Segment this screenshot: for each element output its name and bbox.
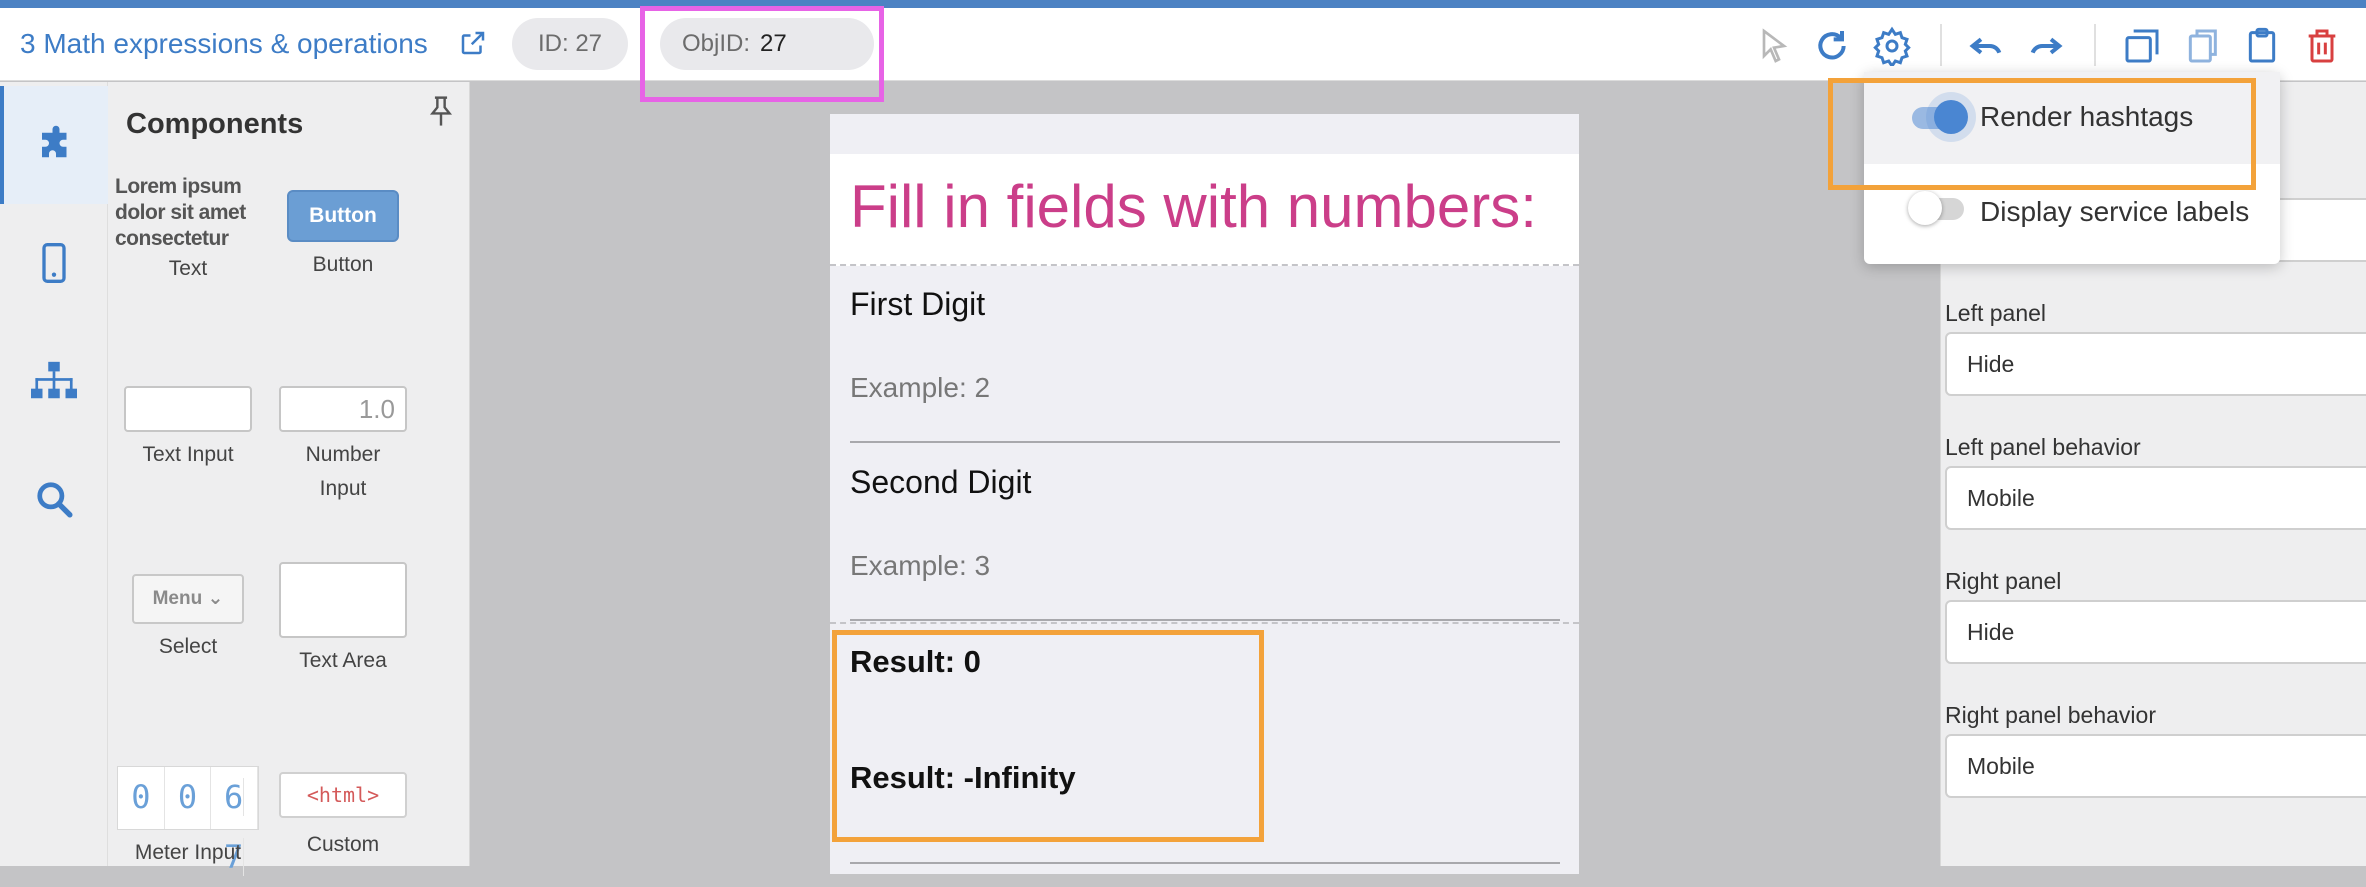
components-panel: Components Lorem ipsum dolor sit amet co… [108, 82, 470, 876]
display-service-labels-label: Display service labels [1980, 196, 2250, 227]
second-digit-input[interactable]: Example: 3 [850, 550, 990, 582]
text-area-preview [279, 562, 407, 638]
meter-digit-stack: 67 [211, 767, 259, 876]
sitemap-tab[interactable] [0, 322, 108, 440]
search-tab[interactable] [0, 440, 108, 558]
pointer-icon[interactable] [1754, 26, 1794, 66]
left-panel-behavior-label: Left panel behavior [1945, 434, 2141, 460]
component-label: Number Input [305, 443, 381, 500]
chevron-down-icon: ⌄ [207, 588, 224, 609]
mobile-icon [42, 243, 66, 283]
display-service-labels-toggle[interactable] [1908, 191, 1964, 225]
right-panel-label: Right panel [1945, 568, 2062, 594]
duplicate-icon[interactable] [2122, 26, 2162, 66]
pin-icon[interactable] [426, 94, 456, 128]
second-digit-label: Second Digit [850, 464, 1032, 500]
first-digit-input[interactable]: Example: 2 [850, 372, 990, 404]
dashed-divider [830, 622, 1579, 624]
copy-icon[interactable] [2182, 26, 2222, 66]
undo-icon[interactable] [1966, 26, 2006, 66]
search-icon [37, 482, 73, 518]
lorem-preview: Lorem ipsum dolor sit amet consectetur [115, 175, 246, 250]
annotation-highlight-objid [640, 6, 884, 102]
dashed-divider [830, 264, 1579, 266]
annotation-highlight-render-hashtags [1828, 78, 2256, 190]
button-preview: Button [287, 190, 399, 242]
clipboard-icon[interactable] [2242, 26, 2282, 66]
meter-digit: 0 [118, 767, 165, 829]
components-tab[interactable] [0, 86, 108, 204]
html-preview: <html> [279, 772, 407, 818]
title-block[interactable]: Fill in fields with numbers: [830, 154, 1579, 266]
component-text-area[interactable]: Text Area [265, 562, 421, 678]
component-label: Text Area [299, 649, 387, 672]
left-panel-select[interactable]: Hide [1945, 332, 2366, 396]
meter-digit: 6 [224, 778, 245, 816]
right-panel-behavior-label: Right panel behavior [1945, 702, 2156, 728]
left-panel-behavior-select[interactable]: Mobile [1945, 466, 2366, 530]
canvas-title: Fill in fields with numbers: [850, 173, 1537, 240]
sitemap-icon [31, 361, 77, 399]
component-label: Text [168, 257, 208, 280]
right-panel-select[interactable]: Hide [1945, 600, 2366, 664]
page-title[interactable]: 3 Math expressions & operations [20, 28, 428, 60]
top-accent-stripe [0, 0, 2366, 8]
component-label: Custom [306, 833, 380, 856]
second-digit-underline [850, 619, 1560, 621]
phone-header [830, 114, 1579, 154]
annotation-highlight-results [832, 630, 1264, 842]
mobile-tab[interactable] [0, 204, 108, 322]
meter-preview: 0 0 67 [117, 766, 259, 876]
right-panel-behavior-select[interactable]: Mobile [1945, 734, 2366, 798]
components-title: Components [126, 108, 304, 140]
component-text[interactable]: Lorem ipsum dolor sit amet consectetur T… [110, 174, 266, 286]
trash-icon[interactable] [2302, 26, 2342, 66]
left-icon-rail [0, 82, 108, 866]
gear-icon[interactable] [1872, 26, 1912, 66]
component-meter-input[interactable]: 0 0 67 Meter Input [110, 766, 266, 876]
bottom-divider [850, 862, 1560, 864]
external-link-icon[interactable] [458, 28, 488, 58]
component-text-input[interactable]: Text Input [110, 386, 266, 472]
top-toolbar: 3 Math expressions & operations ID: 27 O… [0, 6, 2366, 102]
toolbar-separator [2094, 24, 2096, 66]
select-preview: Menu ⌄ [132, 574, 244, 624]
component-custom[interactable]: <html> Custom [265, 772, 421, 862]
first-digit-label: First Digit [850, 286, 986, 322]
component-select[interactable]: Menu ⌄ Select [110, 574, 266, 664]
toolbar-separator [1940, 24, 1942, 66]
component-button[interactable]: Button Button [265, 190, 421, 282]
component-label: Button [312, 253, 374, 276]
puzzle-icon [42, 125, 67, 158]
component-label: Select [158, 635, 218, 658]
component-number-input[interactable]: 1.0 Number Input [265, 386, 421, 506]
left-panel-label: Left panel [1945, 300, 2047, 326]
number-input-preview: 1.0 [279, 386, 407, 432]
select-preview-text: Menu [152, 588, 203, 609]
refresh-icon[interactable] [1812, 26, 1852, 66]
first-digit-underline [850, 441, 1560, 443]
redo-icon[interactable] [2026, 26, 2066, 66]
component-label: Text Input [142, 443, 234, 466]
id-badge: ID: 27 [512, 18, 628, 70]
meter-digit: 0 [165, 767, 212, 829]
toggle-knob [1908, 191, 1942, 225]
text-input-preview [124, 386, 252, 432]
